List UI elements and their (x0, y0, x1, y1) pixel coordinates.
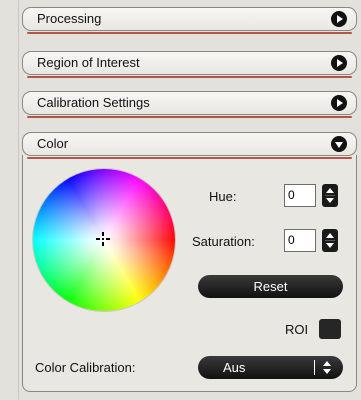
roi-label: ROI (285, 322, 309, 337)
section-header-processing[interactable]: Processing (22, 7, 357, 34)
section-title-color: Color (37, 136, 69, 151)
section-header-calibration-settings[interactable]: Calibration Settings (22, 91, 357, 118)
circle-right-arrow-icon[interactable] (331, 11, 347, 27)
crosshair-icon[interactable] (95, 231, 111, 247)
circle-down-arrow-icon[interactable] (331, 136, 347, 152)
saturation-input[interactable]: 0 (284, 229, 316, 252)
reset-button[interactable]: Reset (198, 275, 343, 298)
up-down-stepper-icon (323, 361, 331, 374)
color-calibration-value: Aus (223, 360, 246, 375)
saturation-stepper[interactable] (322, 229, 338, 252)
hue-input[interactable]: 0 (284, 184, 316, 207)
up-down-stepper-icon (325, 233, 335, 248)
roi-checkbox[interactable] (319, 319, 341, 339)
color-calibration-select[interactable]: Aus (198, 356, 343, 379)
select-divider (314, 360, 315, 375)
section-header-color[interactable]: Color (22, 132, 357, 159)
section-title-region-of-interest: Region of Interest (37, 55, 140, 70)
section-divider (27, 32, 352, 34)
section-divider (27, 76, 352, 78)
hue-stepper[interactable] (322, 184, 338, 207)
circle-right-arrow-icon[interactable] (331, 55, 347, 71)
color-calibration-label: Color Calibration: (35, 360, 136, 375)
section-header-region-of-interest[interactable]: Region of Interest (22, 51, 357, 78)
hue-label: Hue: (209, 189, 237, 204)
saturation-label: Saturation: (192, 234, 255, 249)
up-down-stepper-icon (325, 188, 335, 203)
section-divider (27, 116, 352, 118)
section-title-calibration-settings: Calibration Settings (37, 95, 150, 110)
section-divider (27, 157, 352, 159)
section-title-processing: Processing (37, 11, 102, 26)
circle-right-arrow-icon[interactable] (331, 95, 347, 111)
